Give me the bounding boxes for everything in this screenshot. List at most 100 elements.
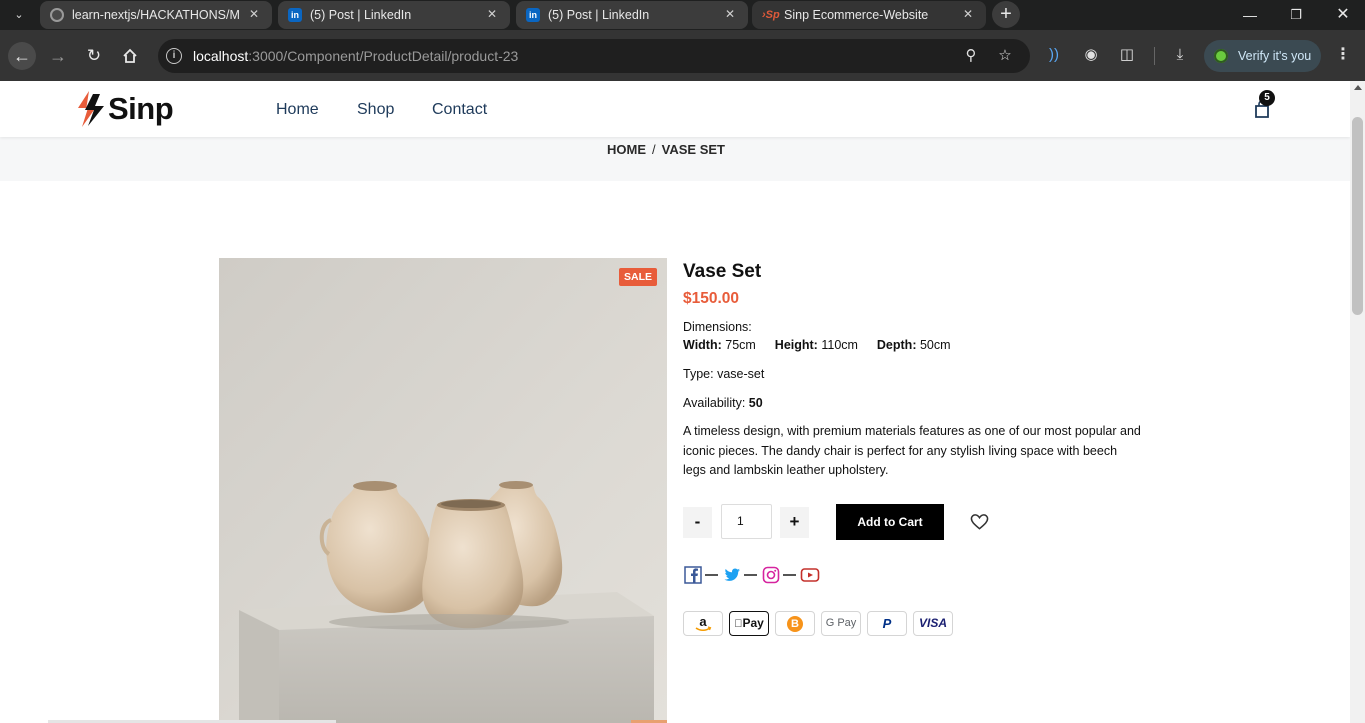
add-to-cart-button[interactable]: Add to Cart [836,504,944,540]
sinp-logo-icon [78,91,104,127]
browser-menu-icon[interactable]: ⋮ [1335,45,1351,65]
tab-search-chevron-icon[interactable]: ⌄ [10,7,28,23]
browser-tab-sinp[interactable]: ›Sp Sinp Ecommerce-Website ✕ [752,1,986,29]
breadcrumb-band: HOME / VASE SET [0,137,1350,181]
cast-icon[interactable]: )) [1044,45,1064,65]
social-divider [744,574,757,576]
apple-pay-label: Pay [738,616,763,630]
browser-tab-bar: ⌄ learn-nextjs/HACKATHONS/Ma ✕ in (5) Po… [0,0,1365,30]
linkedin-icon: in [288,8,302,22]
tab-title: learn-nextjs/HACKATHONS/Ma [72,8,240,22]
breadcrumb: HOME / VASE SET [0,143,1332,157]
amazon-pay-icon: a [683,611,723,636]
paypal-glyph: P [882,616,892,631]
availability-value: 50 [748,396,763,410]
restore-icon[interactable]: ❐ [1284,4,1308,26]
address-bar[interactable]: i localhost:3000/Component/ProductDetail… [158,39,1030,73]
bitcoin-glyph: B [787,616,803,632]
social-divider [783,574,796,576]
logo-text: Sinp [108,91,174,126]
home-icon[interactable] [116,42,144,70]
nav-shop-link[interactable]: Shop [357,100,394,119]
height-label: Height: [774,338,818,352]
twitter-icon[interactable] [723,566,741,584]
close-tab-icon[interactable]: ✕ [722,6,738,22]
quantity-decrement-button[interactable]: - [683,507,712,538]
breadcrumb-home-link[interactable]: HOME [607,142,646,157]
close-tab-icon[interactable]: ✕ [246,6,262,22]
github-icon [50,8,64,22]
zoom-icon[interactable]: ⚲ [962,47,980,65]
bitcoin-icon: B [775,611,815,636]
verify-label: Verify it's you [1238,49,1312,63]
width-value: 75cm [725,338,756,352]
new-tab-button[interactable]: + [992,1,1020,28]
page-viewport: Sinp Home Shop Contact 5 HOME / VASE SET [0,81,1350,723]
product-description: A timeless design, with premium material… [683,424,1141,477]
extensions-puzzle-icon[interactable]: ◫ [1117,45,1137,65]
sinp-icon: ›Sp [762,9,780,21]
width-label: Width: [683,338,722,352]
quantity-increment-button[interactable]: + [780,507,809,538]
forward-arrow-icon[interactable]: → [44,42,72,70]
youtube-icon[interactable] [800,566,820,584]
dimensions-label: Dimensions: [683,320,752,334]
browser-tab-linkedin-1[interactable]: in (5) Post | LinkedIn ✕ [278,1,510,29]
svg-text:a: a [699,615,707,629]
url-text: localhost:3000/Component/ProductDetail/p… [193,48,519,64]
toolbar-divider [1154,47,1155,65]
scroll-up-arrow-icon[interactable] [1354,85,1362,90]
close-tab-icon[interactable]: ✕ [960,6,976,22]
visa-label: VISA [918,616,947,630]
browser-tab-github[interactable]: learn-nextjs/HACKATHONS/Ma ✕ [40,1,272,29]
camera-extension-icon[interactable]: ◉ [1081,45,1101,65]
browser-tab-linkedin-2[interactable]: in (5) Post | LinkedIn ✕ [516,1,748,29]
facebook-icon[interactable] [684,566,702,584]
instagram-icon[interactable] [762,566,780,584]
type-label: Type: [683,367,714,381]
visa-icon: VISA [913,611,953,636]
product-image [219,258,667,723]
verify-profile-button[interactable]: Verify it's you [1204,40,1321,72]
heart-icon[interactable] [970,513,989,531]
scrollbar-thumb[interactable] [1352,117,1363,315]
dimensions-values: Width: 75cm Height: 110cm Depth: 50cm [683,338,951,353]
close-window-icon[interactable]: ✕ [1331,4,1355,26]
product-price: $150.00 [683,290,740,307]
type-value: vase-set [717,367,765,381]
tab-title: Sinp Ecommerce-Website [784,8,929,22]
reload-icon[interactable]: ↻ [80,42,108,70]
back-arrow-icon[interactable]: ← [8,42,36,70]
site-info-icon[interactable]: i [166,48,182,64]
bookmark-star-icon[interactable]: ☆ [996,47,1014,65]
page-scrollbar[interactable] [1350,81,1365,723]
quantity-input[interactable]: 1 [721,504,772,539]
profile-avatar-icon [1214,49,1228,63]
minimize-icon[interactable]: — [1238,4,1262,26]
close-tab-icon[interactable]: ✕ [484,6,500,22]
breadcrumb-current: VASE SET [661,142,725,157]
tab-title: (5) Post | LinkedIn [310,8,412,22]
product-name: Vase Set [683,261,762,282]
sale-badge: SALE [619,268,657,286]
type-row: Type: vase-set [683,367,764,382]
nav-contact-link[interactable]: Contact [432,100,487,119]
depth-value: 50cm [919,338,951,352]
height-value: 110cm [821,338,858,352]
download-icon[interactable]: ⤓ [1170,45,1190,65]
cart-count-badge: 5 [1259,90,1275,106]
paypal-icon: P [867,611,907,636]
linkedin-icon: in [526,8,540,22]
browser-toolbar: ← → ↻ i localhost:3000/Component/Product… [0,30,1365,81]
social-divider [705,574,718,576]
apple-pay-icon: Pay [729,611,769,636]
nav-home-link[interactable]: Home [276,100,319,119]
breadcrumb-separator: / [652,142,656,157]
depth-label: Depth: [876,338,917,352]
tab-title: (5) Post | LinkedIn [548,8,650,22]
google-pay-icon: G Pay [821,611,861,636]
google-pay-label: G Pay [825,617,857,629]
availability-row: Availability: 50 [683,396,763,411]
site-header: Sinp Home Shop Contact 5 [0,81,1350,137]
availability-label: Availability: [683,396,746,410]
